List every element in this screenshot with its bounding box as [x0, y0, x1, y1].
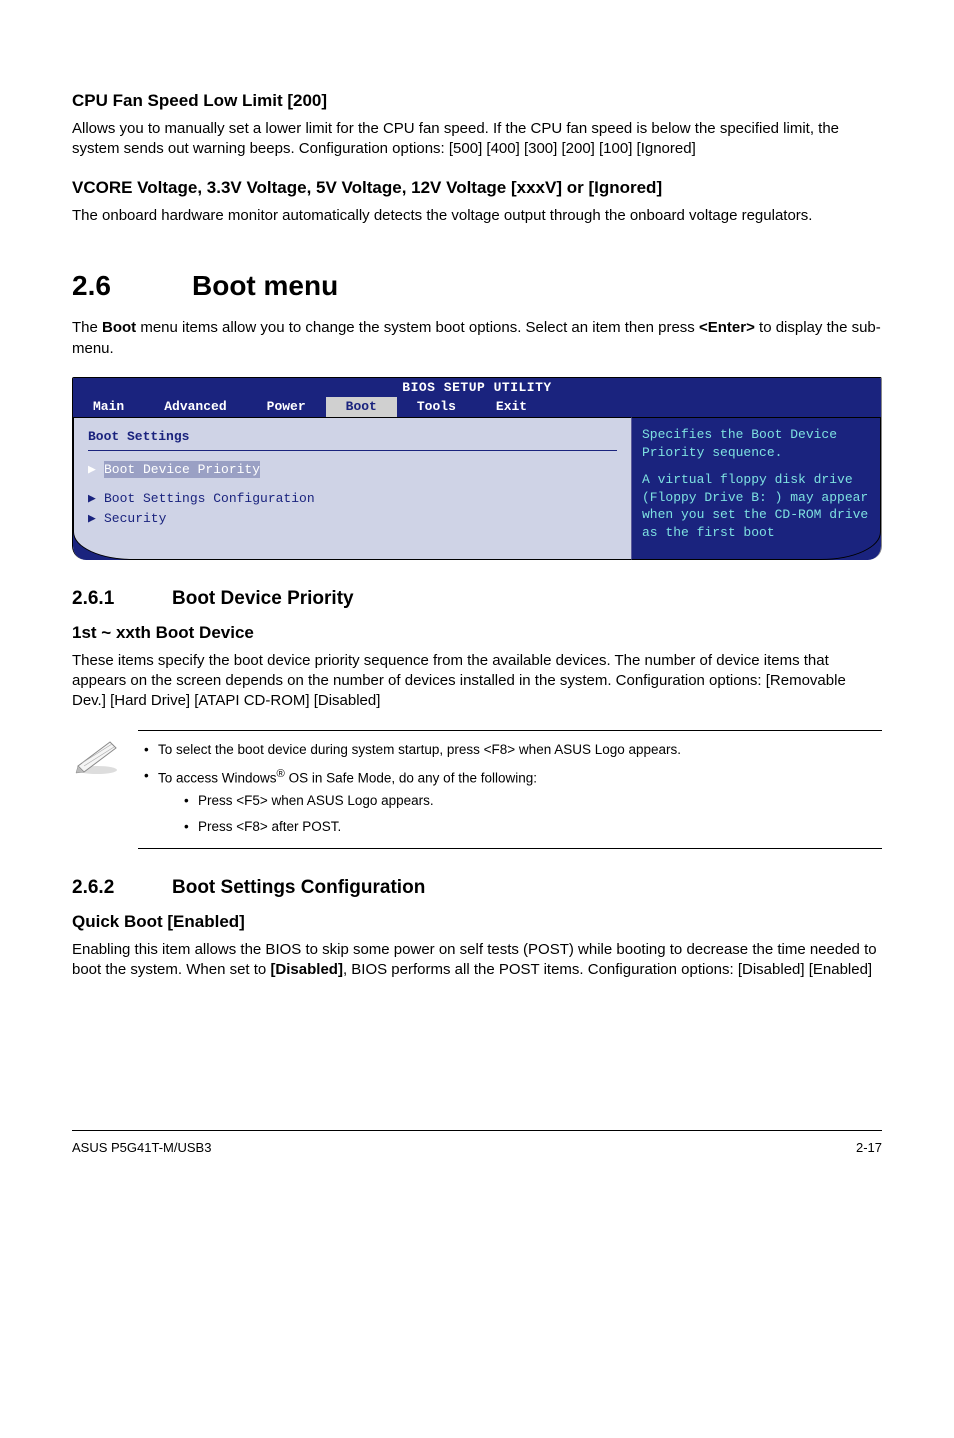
note-subitem-1: Press <F5> when ASUS Logo appears.	[158, 792, 878, 810]
heading-cpu-fan: CPU Fan Speed Low Limit [200]	[72, 90, 882, 113]
bios-row-label: Boot Settings Configuration	[104, 490, 315, 508]
minor-heading-quick-boot: Quick Boot [Enabled]	[72, 911, 882, 934]
bios-row-label: Security	[104, 510, 166, 528]
footer-right: 2-17	[856, 1139, 882, 1157]
body-text: , BIOS performs all the POST items. Conf…	[343, 961, 872, 978]
bios-tabs: Main Advanced Power Boot Tools Exit	[73, 397, 881, 417]
triangle-icon: ▶	[88, 510, 104, 528]
bios-row-boot-device-priority: ▶ Boot Device Priority	[88, 461, 617, 479]
triangle-icon: ▶	[88, 490, 104, 508]
note-text: OS in Safe Mode, do any of the following…	[285, 770, 537, 785]
bios-tab-power: Power	[247, 397, 326, 417]
intro-bold-boot: Boot	[102, 319, 136, 336]
bios-help-pane: Specifies the Boot Device Priority seque…	[631, 417, 881, 560]
body-bold: [Disabled]	[270, 961, 343, 978]
bios-tab-main: Main	[73, 397, 144, 417]
bios-row-security: ▶ Security	[88, 510, 617, 528]
note-box: To select the boot device during system …	[72, 730, 882, 849]
bios-row-label: Boot Device Priority	[104, 462, 260, 477]
bios-help-text-2: A virtual floppy disk drive (Floppy Driv…	[642, 471, 870, 541]
chapter-intro: The Boot menu items allow you to change …	[72, 318, 882, 359]
body-cpu-fan: Allows you to manually set a lower limit…	[72, 119, 882, 160]
footer-left: ASUS P5G41T-M/USB3	[72, 1139, 211, 1157]
minor-heading-boot-device: 1st ~ xxth Boot Device	[72, 622, 882, 645]
chapter-heading: 2.6Boot menu	[72, 267, 882, 305]
bios-left-pane: Boot Settings ▶ Boot Device Priority ▶ B…	[73, 417, 631, 560]
bios-row-boot-settings-config: ▶ Boot Settings Configuration	[88, 490, 617, 508]
bios-left-title: Boot Settings	[88, 428, 617, 446]
body-vcore: The onboard hardware monitor automatical…	[72, 206, 882, 226]
intro-bold-enter: <Enter>	[699, 319, 755, 336]
note-item-1: To select the boot device during system …	[142, 741, 878, 759]
pencil-icon	[72, 730, 138, 782]
body-quick-boot: Enabling this item allows the BIOS to sk…	[72, 940, 882, 981]
note-item-2: To access Windows® OS in Safe Mode, do a…	[142, 767, 878, 836]
bios-help-text-1: Specifies the Boot Device Priority seque…	[642, 426, 870, 461]
bios-screenshot: BIOS SETUP UTILITY Main Advanced Power B…	[72, 377, 882, 560]
note-content: To select the boot device during system …	[138, 730, 882, 849]
bios-body: Boot Settings ▶ Boot Device Priority ▶ B…	[73, 417, 881, 560]
note-text: To access Windows	[158, 770, 277, 785]
intro-text-mid: menu items allow you to change the syste…	[136, 319, 699, 336]
chapter-num: 2.6	[72, 267, 192, 305]
sub-title: Boot Settings Configuration	[172, 877, 425, 898]
sub-title: Boot Device Priority	[172, 588, 354, 609]
sub-num: 2.6.2	[72, 875, 172, 901]
sub-heading-261: 2.6.1Boot Device Priority	[72, 586, 882, 612]
chapter-title: Boot menu	[192, 270, 338, 301]
bios-tab-tools: Tools	[397, 397, 476, 417]
bios-tab-boot: Boot	[326, 397, 397, 417]
bios-divider	[88, 450, 617, 451]
bios-title: BIOS SETUP UTILITY	[73, 378, 881, 398]
sub-heading-262: 2.6.2Boot Settings Configuration	[72, 875, 882, 901]
bios-tab-exit: Exit	[476, 397, 547, 417]
intro-text: The	[72, 319, 102, 336]
triangle-icon: ▶	[88, 461, 104, 479]
registered-mark: ®	[277, 768, 285, 780]
page-footer: ASUS P5G41T-M/USB3 2-17	[72, 1130, 882, 1157]
note-subitem-2: Press <F8> after POST.	[158, 818, 878, 836]
heading-vcore: VCORE Voltage, 3.3V Voltage, 5V Voltage,…	[72, 177, 882, 200]
sub-num: 2.6.1	[72, 586, 172, 612]
body-boot-device: These items specify the boot device prio…	[72, 651, 882, 712]
bios-tab-advanced: Advanced	[144, 397, 246, 417]
